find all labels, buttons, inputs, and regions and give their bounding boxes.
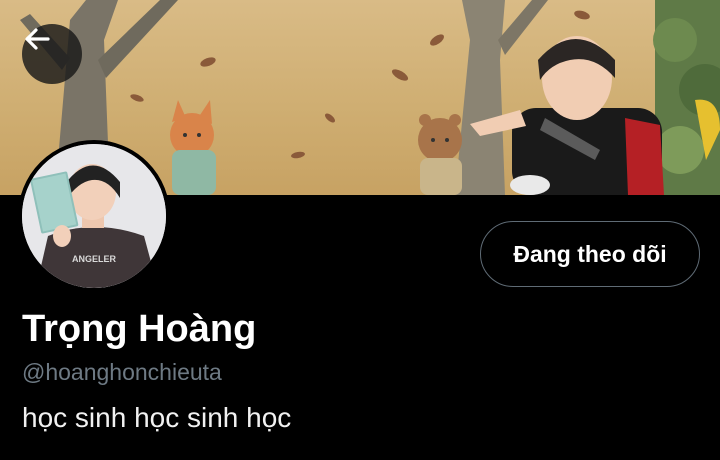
arrow-left-icon [25,28,50,50]
profile-avatar[interactable]: ANGELER [18,140,170,292]
profile-bio: học sinh học sinh học [22,402,292,433]
following-button[interactable]: Đang theo dõi [480,221,700,287]
display-name: Trọng Hoàng [22,308,257,350]
back-button[interactable] [22,24,82,84]
profile-handle: @hoanghonchieuta [22,359,222,385]
svg-text:ANGELER: ANGELER [72,254,117,264]
avatar-image: ANGELER [22,144,166,288]
